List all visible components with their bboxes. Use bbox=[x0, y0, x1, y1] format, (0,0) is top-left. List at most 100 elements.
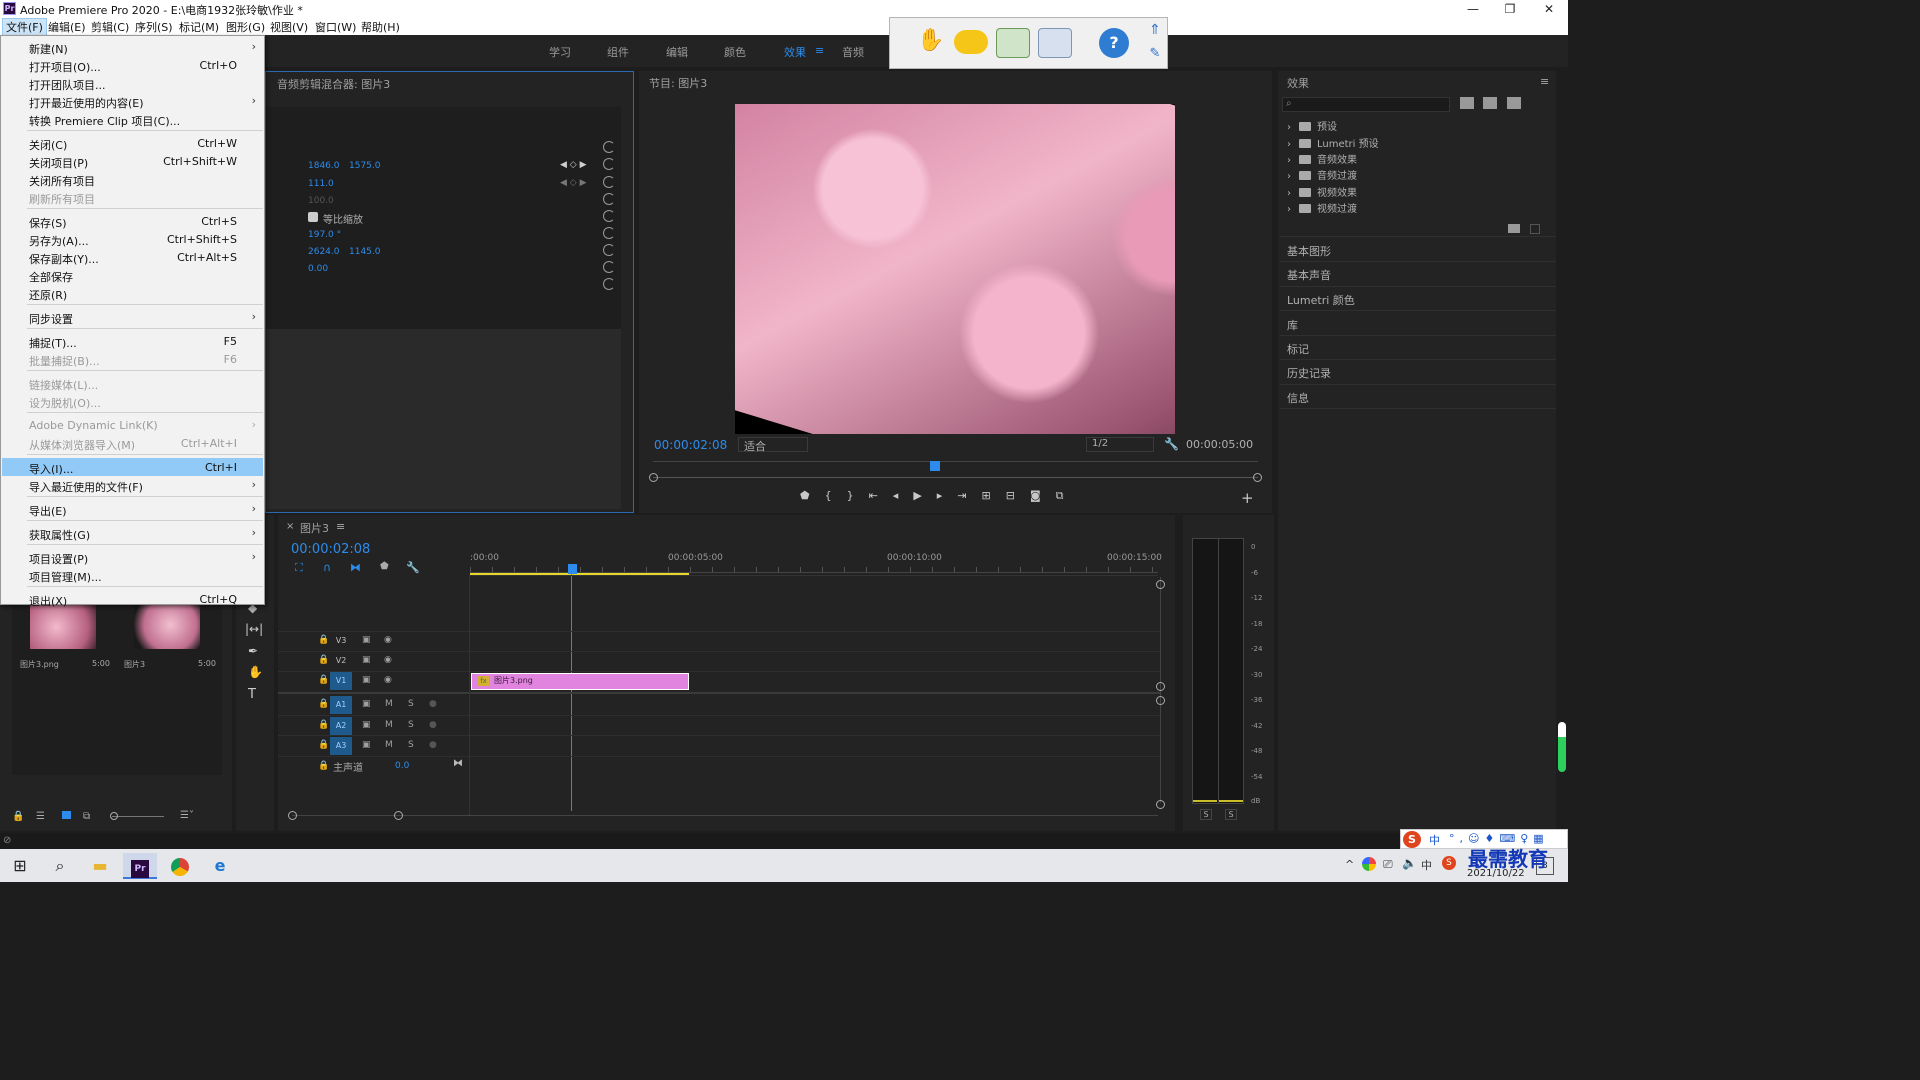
search-icon[interactable]: ⌕ bbox=[43, 853, 77, 879]
compare-icon[interactable]: ⧉ bbox=[1056, 489, 1079, 502]
extract-icon[interactable]: ⊟ bbox=[1006, 489, 1030, 502]
file-menu-item[interactable]: 另存为(A)... Ctrl+Shift+S bbox=[2, 230, 263, 248]
file-menu-item[interactable]: 同步设置 › bbox=[2, 308, 263, 326]
collapse-up-icon[interactable]: ⇑ bbox=[1144, 22, 1166, 42]
video-preview[interactable] bbox=[735, 104, 1175, 434]
hand-tool-icon[interactable]: ✋ bbox=[914, 28, 948, 58]
minimize-button[interactable]: — bbox=[1454, 0, 1492, 18]
file-menu-item[interactable]: 关闭项目(P) Ctrl+Shift+W bbox=[2, 152, 263, 170]
film-icon[interactable]: ▣ bbox=[362, 635, 371, 645]
lock-icon[interactable]: 🔒 bbox=[318, 720, 329, 730]
solo-button[interactable]: S bbox=[408, 699, 414, 709]
resolution-dropdown[interactable]: 1/2 bbox=[1086, 437, 1154, 452]
zoom-handle-left[interactable] bbox=[649, 473, 658, 482]
menu-file[interactable]: 文件(F) bbox=[2, 18, 47, 36]
mic-icon[interactable]: ● bbox=[429, 699, 437, 709]
go-to-in-icon[interactable]: ⇤ bbox=[869, 489, 893, 502]
panel-lumetri-color[interactable]: Lumetri 颜色 bbox=[1287, 292, 1355, 308]
panel-essential-sound[interactable]: 基本声音 bbox=[1287, 267, 1331, 283]
list-view-icon[interactable]: ☰ bbox=[36, 811, 45, 822]
scroll-handle[interactable] bbox=[1156, 800, 1165, 809]
film-icon[interactable]: ▣ bbox=[362, 699, 371, 709]
mic-icon[interactable]: ● bbox=[429, 740, 437, 750]
file-menu-item[interactable]: 打开最近使用的内容(E) › bbox=[2, 92, 263, 110]
menu-window[interactable]: 窗口(W) bbox=[315, 19, 356, 35]
help-icon[interactable]: ? bbox=[1099, 28, 1129, 58]
solo-button[interactable]: S bbox=[408, 740, 414, 750]
workspace-menu-icon[interactable]: ≡ bbox=[815, 44, 824, 57]
keyframe-nav-icon[interactable]: ◀ ◇ ▶ bbox=[560, 160, 587, 170]
close-button[interactable]: ✕ bbox=[1530, 0, 1568, 18]
snap-icon[interactable]: ∩ bbox=[323, 561, 331, 574]
lift-icon[interactable]: ⊞ bbox=[982, 489, 1006, 502]
accelerated-effects-icon[interactable] bbox=[1460, 97, 1474, 109]
file-menu-item[interactable]: 项目管理(M)... bbox=[2, 566, 263, 584]
sogou-icon[interactable]: S bbox=[1442, 856, 1456, 870]
windows-start-icon[interactable]: ⊞ bbox=[3, 853, 37, 879]
zoom-search-icon[interactable] bbox=[1038, 28, 1072, 58]
uniform-scale-checkbox[interactable] bbox=[308, 212, 318, 222]
film-icon[interactable]: ▣ bbox=[362, 655, 371, 665]
panel-markers[interactable]: 标记 bbox=[1287, 341, 1309, 357]
panel-menu-icon[interactable]: ≡ bbox=[1540, 75, 1549, 88]
effects-folder[interactable]: › 音频效果 bbox=[1287, 151, 1357, 166]
play-icon[interactable]: ▶ bbox=[913, 489, 936, 502]
ime-mode[interactable]: 中 bbox=[1429, 832, 1440, 848]
track-a1[interactable]: A1 bbox=[330, 696, 352, 714]
tab-menu-icon[interactable]: ≡ bbox=[336, 520, 345, 533]
menu-help[interactable]: 帮助(H) bbox=[361, 19, 400, 35]
mark-out-icon[interactable]: } bbox=[847, 489, 869, 502]
32bit-effects-icon[interactable] bbox=[1483, 97, 1497, 109]
network-icon[interactable]: ⎚ bbox=[1383, 857, 1393, 872]
track-v3[interactable]: V3 bbox=[330, 632, 352, 650]
step-back-icon[interactable]: ◂ bbox=[893, 489, 914, 502]
slip-tool-icon[interactable]: |↔| bbox=[245, 622, 263, 636]
effects-folder[interactable]: › 音频过渡 bbox=[1287, 167, 1357, 182]
effects-search-input[interactable]: ⌕ bbox=[1282, 97, 1450, 112]
tray-app-icon[interactable] bbox=[1362, 857, 1376, 871]
timeline-clip[interactable]: fx 图片3.png bbox=[471, 673, 689, 690]
menu-view[interactable]: 视图(V) bbox=[270, 19, 308, 35]
lock-icon[interactable]: 🔒 bbox=[12, 811, 24, 822]
menu-sequence[interactable]: 序列(S) bbox=[135, 19, 173, 35]
file-menu-item[interactable]: 全部保存 bbox=[2, 266, 263, 284]
file-menu-item[interactable]: 新建(N) › bbox=[2, 38, 263, 56]
file-menu-item[interactable]: 保存(S) Ctrl+S bbox=[2, 212, 263, 230]
fit-dropdown[interactable]: 适合 bbox=[738, 437, 808, 453]
file-menu-item[interactable]: 打开团队项目... bbox=[2, 74, 263, 92]
sequence-thumbnail[interactable] bbox=[134, 605, 200, 649]
panel-libraries[interactable]: 库 bbox=[1287, 317, 1298, 333]
file-menu-item[interactable]: 打开项目(O)... Ctrl+O bbox=[2, 56, 263, 74]
wrench-icon[interactable]: 🔧 bbox=[1164, 437, 1179, 451]
icon-view-icon[interactable] bbox=[62, 811, 71, 819]
effects-folder[interactable]: › 视频过渡 bbox=[1287, 200, 1357, 215]
type-tool-icon[interactable]: T bbox=[248, 687, 256, 702]
file-menu-item[interactable]: 项目设置(P) › bbox=[2, 548, 263, 566]
file-menu-item[interactable]: 获取属性(G) › bbox=[2, 524, 263, 542]
timeline-settings-icon[interactable]: 🔧 bbox=[406, 561, 420, 574]
workspace-assembly[interactable]: 组件 bbox=[607, 44, 629, 60]
reset-icon[interactable] bbox=[603, 193, 615, 205]
effects-folder[interactable]: › Lumetri 预设 bbox=[1287, 135, 1379, 150]
flicker-value[interactable]: 0.00 bbox=[308, 264, 328, 274]
h-scroll-handle[interactable] bbox=[394, 811, 403, 820]
h-scrollbar[interactable] bbox=[292, 815, 1158, 816]
export-arrow-icon[interactable] bbox=[996, 28, 1030, 58]
file-menu-item[interactable]: 导入最近使用的文件(F) › bbox=[2, 476, 263, 494]
volume-icon[interactable]: 🔈 bbox=[1402, 856, 1417, 870]
h-scroll-handle[interactable] bbox=[288, 811, 297, 820]
keyframe-nav-scale-icon[interactable]: ◀ ◇ ▶ bbox=[560, 178, 587, 188]
lock-icon[interactable]: 🔒 bbox=[318, 675, 329, 685]
add-button-icon[interactable]: + bbox=[1241, 489, 1254, 507]
close-tab-icon[interactable]: × bbox=[286, 521, 294, 532]
effects-folder[interactable]: › 视频效果 bbox=[1287, 184, 1357, 199]
mute-button[interactable]: M bbox=[385, 740, 393, 750]
file-menu-item[interactable]: 转换 Premiere Clip 项目(C)... bbox=[2, 110, 263, 128]
reset-icon[interactable] bbox=[603, 278, 615, 290]
hand-tool-icon[interactable]: ✋ bbox=[248, 665, 263, 679]
premiere-taskbar-icon[interactable]: Pr bbox=[123, 853, 157, 879]
camera-icon[interactable]: ◙ bbox=[1030, 489, 1056, 502]
reset-icon[interactable] bbox=[603, 176, 615, 188]
workspace-color[interactable]: 颜色 bbox=[724, 44, 746, 60]
scale-value[interactable]: 111.0 bbox=[308, 179, 334, 189]
